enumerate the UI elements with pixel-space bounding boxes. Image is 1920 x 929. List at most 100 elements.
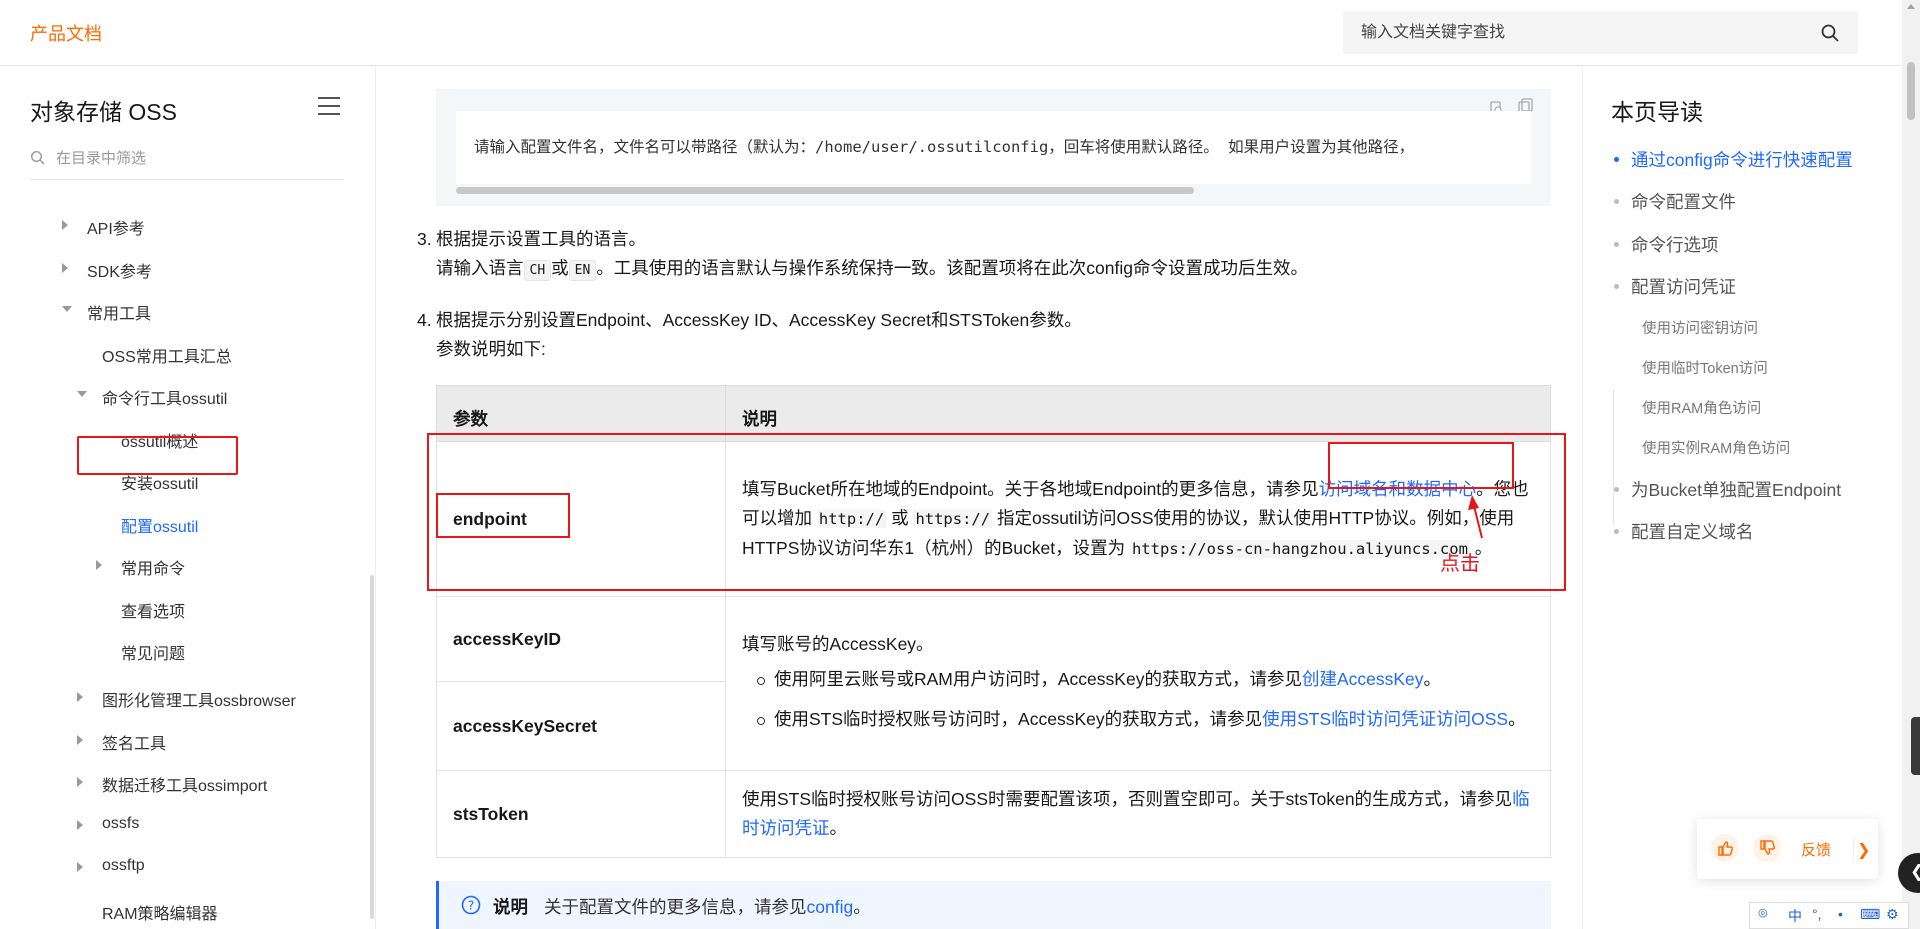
code-horizontal-scrollbar[interactable] [456,187,1194,194]
step-text: 。工具使用的语言默认与操作系统保持一致。该配置项将在此次config命令设置成功… [596,258,1309,278]
thumbs-up-button[interactable] [1711,834,1739,862]
sidebar-item-label: OSS常用工具汇总 [102,349,232,366]
ime-punctuation-icon[interactable]: °, [1812,906,1822,922]
code-block: 请输入配置文件名，文件名可以带路径（默认为：/home/user/.ossuti… [436,89,1551,206]
inline-code: EN [568,260,597,281]
search-icon[interactable] [1820,23,1840,43]
sidebar-item-label: RAM策略编辑器 [102,906,218,923]
table-row: accessKeyID 填写账号的AccessKey。 使用阿里云账号或RAM用… [436,596,1551,771]
keyboard-icon[interactable]: ⌨ [1860,906,1880,923]
step-text: 请输入语言 [436,258,524,278]
sidebar-item-ram-policy-editor[interactable]: RAM策略编辑器 [102,900,218,924]
expand-arrow-icon [62,220,68,230]
desc-text: 使用STS临时授权账号访问时，AccessKey的获取方式，请参见 [774,708,1263,729]
param-name: accessKeyID [436,596,726,682]
sidebar-item-label: 常用命令 [121,561,186,578]
sidebar-item-ossbrowser[interactable]: 图形化管理工具ossbrowser [77,687,296,711]
thumbs-down-button[interactable] [1753,834,1781,862]
ime-language[interactable]: 中 [1788,906,1802,926]
sidebar-item-label: 图形化管理工具ossbrowser [102,693,296,710]
expand-arrow-icon [96,560,102,570]
scrollbar-thumb[interactable] [1907,62,1915,120]
toc-item-custom-domain[interactable]: 配置自定义域名 [1614,519,1754,544]
step-title: 根据提示设置工具的语言。 [436,229,646,249]
sidebar-title: 对象存储 OSS [30,99,177,125]
toc-sub-ram-role[interactable]: 使用RAM角色访问 [1642,397,1761,418]
step-title: 根据提示分别设置Endpoint、AccessKey ID、AccessKey … [436,310,1082,330]
sidebar-item-view-options[interactable]: 查看选项 [121,598,185,622]
expand-arrow-icon [77,777,83,787]
list-item: 使用STS临时授权账号访问时，AccessKey的获取方式，请参见使用STS临时… [742,705,1534,734]
brand-link[interactable]: 产品文档 [30,20,102,46]
sidebar-item-label: 配置ossutil [121,519,199,536]
note-box: ? 说明 关于配置文件的更多信息，请参见config。 [436,881,1551,929]
sidebar-item-tools[interactable]: 常用工具 [62,300,151,324]
note-end: 。 [853,897,871,917]
sidebar-filter[interactable] [30,142,344,180]
chevron-right-icon[interactable]: ❯ [1857,840,1870,860]
toc-sub-token[interactable]: 使用临时Token访问 [1642,357,1768,378]
toc-title: 本页导读 [1611,99,1703,125]
sidebar-item-ossutil[interactable]: 命令行工具ossutil [77,385,227,409]
collapse-arrow-icon [62,306,72,312]
config-link[interactable]: config [807,897,854,917]
search-box[interactable] [1343,11,1858,54]
chevron-left-icon: ❮ [1910,862,1920,882]
sidebar-item-label: 查看选项 [121,604,186,621]
toc-item-bucket-endpoint[interactable]: 为Bucket单独配置Endpoint [1613,477,1841,502]
scroll-up-icon[interactable] [1907,4,1915,9]
step-4: 4. 根据提示分别设置Endpoint、AccessKey ID、AccessKe… [417,306,1082,364]
sidebar-item-ossfs[interactable]: ossfs [77,815,139,833]
annotation-label: 点击 [1440,553,1480,575]
search-input[interactable] [1361,11,1801,54]
sidebar-filter-input[interactable] [56,144,336,172]
param-name: accessKeySecret [436,681,726,771]
top-header: 产品文档 [0,0,1902,66]
toc-sub-access-key[interactable]: 使用访问密钥访问 [1642,317,1758,338]
expand-arrow-icon [77,692,83,702]
sidebar-item-label: 数据迁移工具ossimport [102,778,268,795]
sidebar-item-label: 命令行工具ossutil [102,391,228,408]
toc-item-credentials[interactable]: 配置访问凭证 [1614,274,1736,299]
annotation-box-endpoint [436,493,570,538]
svg-text:?: ? [468,899,474,913]
sidebar-item-configure-ossutil[interactable]: 配置ossutil [121,513,198,537]
sidebar-item-tools-summary[interactable]: OSS常用工具汇总 [102,343,232,367]
toc-sub-instance-ram-role[interactable]: 使用实例RAM角色访问 [1642,437,1790,458]
feedback-button[interactable]: 反馈 [1801,839,1831,860]
param-description: 使用STS临时授权账号访问OSS时需要配置该项，否则置空即可。关于stsToke… [725,770,1551,858]
code-scroll-area[interactable]: 请输入配置文件名，文件名可以带路径（默认为：/home/user/.ossuti… [456,111,1531,184]
annotation-arrow-icon [1468,495,1483,539]
hamburger-menu-icon[interactable] [318,97,340,115]
ime-toolbar: ◎ 中 °, • ⌨ ⚙ [1749,902,1909,929]
sidebar-item-api[interactable]: API参考 [62,215,145,239]
sidebar-item-label: 签名工具 [102,736,167,753]
settings-icon[interactable]: ⚙ [1886,906,1899,923]
feedback-divider [1853,837,1854,861]
sidebar-item-faq[interactable]: 常见问题 [121,640,185,664]
sidebar-item-ossftp[interactable]: ossftp [77,857,145,875]
sidebar-item-sdk[interactable]: SDK参考 [62,258,152,282]
thumbs-up-icon [1718,841,1733,856]
sidebar-item-label: SDK参考 [87,264,152,281]
microphone-icon[interactable]: • [1838,906,1843,922]
side-panel-handle[interactable] [1911,717,1920,775]
toc-item-quick-config[interactable]: 通过config命令进行快速配置 [1614,147,1853,172]
note-body: 关于配置文件的更多信息，请参见 [544,897,807,917]
note-text: 关于配置文件的更多信息，请参见config。 [544,894,871,919]
sts-access-link[interactable]: 使用STS临时访问凭证访问OSS [1262,709,1508,729]
table-row: stsToken 使用STS临时授权账号访问OSS时需要配置该项，否则置空即可。… [436,770,1551,858]
create-accesskey-link[interactable]: 创建AccessKey [1302,669,1424,689]
sidebar-scrollbar[interactable] [370,575,374,919]
page-scrollbar[interactable] [1902,0,1920,929]
toc-item-config-file[interactable]: 命令配置文件 [1614,189,1736,214]
step-3: 3. 根据提示设置工具的语言。 请输入语言 CH 或 EN 。工具使用的语言默认与操作系统… [417,225,1308,285]
sidebar-item-common-commands[interactable]: 常用命令 [96,555,185,579]
ime-logo-icon[interactable]: ◎ [1758,906,1768,919]
code-line: 请输入配置文件名，文件名可以带路径（默认为：/home/user/.ossuti… [474,138,1415,156]
sidebar-item-label: 常见问题 [121,646,186,663]
annotation-box-sidebar-configure [77,436,238,475]
sidebar-item-signature-tool[interactable]: 签名工具 [77,730,166,754]
toc-item-cli-options[interactable]: 命令行选项 [1614,232,1719,257]
sidebar-item-ossimport[interactable]: 数据迁移工具ossimport [77,772,267,796]
